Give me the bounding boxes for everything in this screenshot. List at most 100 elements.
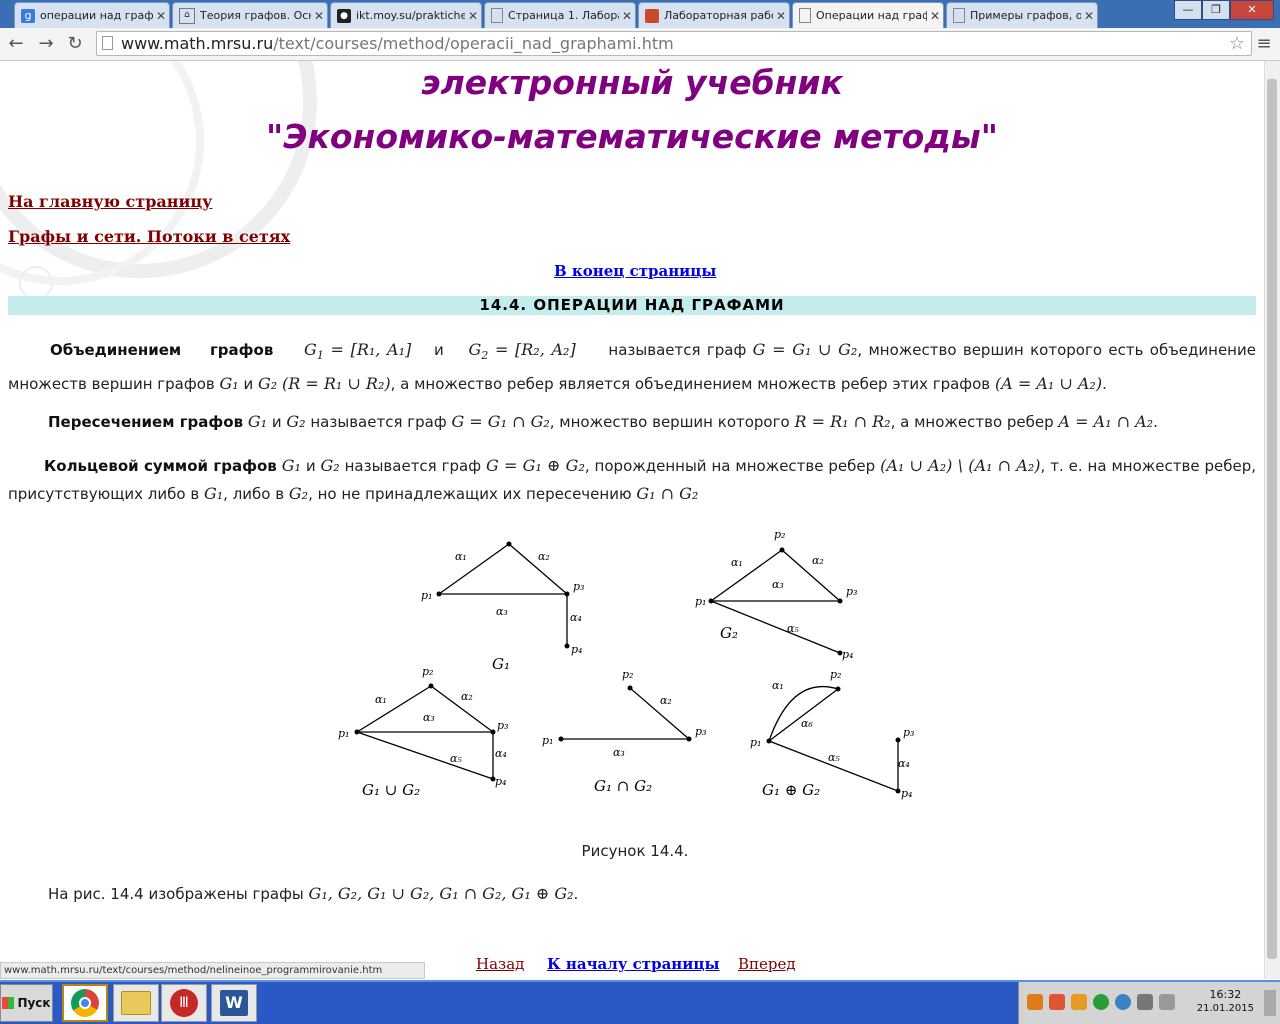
window-controls: — ❐ ✕ — [1174, 0, 1274, 20]
tab-3[interactable]: ● ikt.moy.su/praktiche ✕ — [330, 2, 482, 28]
minimize-icon[interactable]: — — [1174, 0, 1202, 20]
status-bar-url: www.math.mrsu.ru/text/courses/method/nel… — [0, 962, 425, 979]
to-end-link[interactable]: В конец страницы — [554, 262, 716, 280]
vertical-scrollbar[interactable] — [1264, 61, 1280, 979]
start-button[interactable]: Пуск — [0, 984, 53, 1022]
bookmark-star-icon[interactable]: ☆ — [1229, 32, 1245, 55]
close-icon[interactable]: ✕ — [311, 9, 327, 23]
tab-6-active[interactable]: Операции над граф ✕ — [792, 2, 944, 28]
tab-7[interactable]: Примеры графов, ог ✕ — [946, 2, 1098, 28]
union-g2: G2 = [R₂, A₂] — [468, 340, 576, 363]
panda-icon: ● — [337, 8, 351, 23]
tab-1[interactable]: g операции над граф ✕ — [14, 2, 170, 28]
taskbar-chrome[interactable] — [62, 984, 108, 1022]
to-top-link[interactable]: К началу страницы — [547, 955, 720, 973]
page-icon — [491, 8, 503, 23]
page-icon — [102, 36, 113, 50]
clock-date: 21.01.2015 — [1196, 1003, 1254, 1014]
chrome-icon — [71, 989, 99, 1017]
forward-link[interactable]: Вперед — [738, 955, 796, 973]
url-path: /text/courses/method/operacii_nad_grapha… — [273, 34, 674, 53]
tray-alert-icon[interactable] — [1049, 994, 1065, 1010]
svg-text:p₃: p₃ — [695, 725, 706, 738]
summary-paragraph: На рис. 14.4 изображены графы G₁, G₂, G₁… — [48, 884, 579, 903]
svg-text:α₆: α₆ — [801, 717, 813, 730]
label-union: G₁ ∪ G₂ — [362, 781, 420, 799]
tray-sync-icon[interactable] — [1093, 994, 1109, 1010]
svg-text:p₂: p₂ — [622, 668, 633, 681]
label-ringsum: G₁ ⊕ G₂ — [762, 781, 820, 799]
show-desktop-button[interactable] — [1264, 990, 1276, 1016]
svg-text:α₅: α₅ — [787, 622, 799, 635]
taskbar-app[interactable]: Ⅲ — [161, 984, 207, 1022]
graphs-networks-link[interactable]: Графы и сети. Потоки в сетях — [8, 227, 290, 246]
taskbar-word[interactable]: W — [211, 984, 257, 1022]
scrollbar-thumb[interactable] — [1267, 79, 1277, 959]
restore-icon[interactable]: ❐ — [1202, 0, 1230, 20]
decorative-background-circles — [0, 61, 317, 300]
svg-text:α₃: α₃ — [613, 746, 625, 759]
svg-text:p₃: p₃ — [573, 580, 584, 593]
figure-caption: Рисунок 14.4. — [581, 842, 689, 860]
intersection-paragraph: Пересечением графов G₁ и G₂ называется г… — [48, 412, 1158, 431]
browser-toolbar: ← → ↻ www.math.mrsu.ru/text/courses/meth… — [0, 28, 1280, 61]
tray-users-icon[interactable] — [1071, 994, 1087, 1010]
svg-text:α₂: α₂ — [461, 690, 473, 703]
home-link[interactable]: На главную страницу — [8, 192, 212, 211]
red-app-icon: Ⅲ — [170, 989, 198, 1017]
close-icon[interactable]: ✕ — [1081, 9, 1097, 23]
svg-text:α₃: α₃ — [423, 711, 435, 724]
close-icon[interactable]: ✕ — [927, 9, 943, 23]
menu-icon[interactable]: ≡ — [1254, 32, 1274, 56]
tab-2[interactable]: ⌂ Теория графов. Осн ✕ — [172, 2, 328, 28]
google-icon: g — [21, 8, 35, 23]
address-bar[interactable]: www.math.mrsu.ru/text/courses/method/ope… — [96, 31, 1252, 56]
window-close-icon[interactable]: ✕ — [1230, 0, 1274, 20]
back-arrow-icon[interactable]: ← — [4, 32, 28, 56]
section-title: 14.4. ОПЕРАЦИИ НАД ГРАФАМИ — [8, 296, 1256, 315]
close-icon[interactable]: ✕ — [153, 9, 169, 23]
tray-app-icon[interactable] — [1027, 994, 1043, 1010]
close-icon[interactable]: ✕ — [465, 9, 481, 23]
graph-ringsum — [768, 685, 899, 792]
tray-device-icon[interactable] — [1137, 994, 1153, 1010]
svg-text:p₃: p₃ — [497, 719, 508, 732]
union-g1: G1 = [R₁, A₁] — [304, 340, 412, 363]
back-link[interactable]: Назад — [476, 955, 524, 973]
taskbar-explorer[interactable] — [113, 984, 159, 1022]
tab-5[interactable]: Лабораторная рабо ✕ — [638, 2, 790, 28]
graph-operations-figure: p₁ p₃ p₄ α₁ α₂ α₃ α₄ G₁ p₂ p₁ p₃ p₄ α₁ α… — [338, 528, 914, 800]
page-heading-line1: электронный учебник — [421, 63, 843, 102]
svg-text:p₄: p₄ — [571, 643, 582, 656]
ringsum-paragraph: Кольцевой суммой графов G₁ и G₂ называет… — [8, 456, 1256, 503]
svg-text:p₂: p₂ — [422, 665, 433, 678]
union-paragraph: Объединением графов G1 = [R₁, A₁] и G2 =… — [8, 340, 1256, 394]
tray-volume-icon[interactable] — [1159, 994, 1175, 1010]
svg-text:p₄: p₄ — [842, 648, 853, 661]
close-icon[interactable]: ✕ — [773, 9, 789, 23]
svg-text:α₂: α₂ — [812, 554, 824, 567]
svg-text:α₃: α₃ — [496, 605, 508, 618]
svg-text:p₄: p₄ — [901, 787, 912, 800]
svg-text:α₁: α₁ — [455, 550, 467, 563]
forward-arrow-icon[interactable]: → — [34, 32, 58, 56]
close-icon[interactable]: ✕ — [619, 9, 635, 23]
svg-text:α₄: α₄ — [495, 747, 507, 760]
page-content: электронный учебник "Экономико-математич… — [0, 61, 1264, 979]
tray-network-icon[interactable] — [1115, 994, 1131, 1010]
svg-text:α₅: α₅ — [450, 752, 462, 765]
svg-text:p₁: p₁ — [695, 595, 706, 608]
reload-icon[interactable]: ↻ — [63, 32, 87, 56]
graph-icon: ⌂ — [179, 7, 195, 24]
svg-text:p₄: p₄ — [495, 775, 506, 788]
svg-text:p₁: p₁ — [421, 589, 432, 602]
clock[interactable]: 16:32 21.01.2015 — [1197, 988, 1254, 1016]
tab-4[interactable]: Страница 1. Лабора ✕ — [484, 2, 636, 28]
svg-text:p₂: p₂ — [830, 668, 841, 681]
union-term: Объединением графов — [50, 341, 274, 359]
page-icon — [953, 8, 965, 23]
system-tray: 16:32 21.01.2015 — [1018, 982, 1280, 1024]
svg-text:α₁: α₁ — [731, 556, 743, 569]
taskbar: Пуск Ⅲ W 16:32 21.01.2015 — [0, 980, 1280, 1024]
svg-text:α₂: α₂ — [660, 694, 672, 707]
